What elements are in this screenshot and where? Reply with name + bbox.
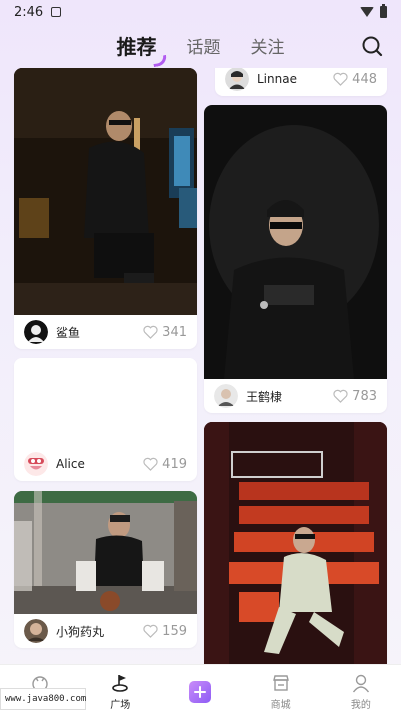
card-meta: Alice 419 [14, 447, 197, 481]
author-name[interactable]: 王鹤棣 [246, 388, 333, 405]
avatar[interactable] [214, 384, 238, 408]
nav-shop[interactable]: 商城 [251, 673, 311, 711]
like-count: 419 [162, 456, 187, 472]
author-name[interactable]: Alice [56, 457, 143, 471]
tab-recommend[interactable]: 推荐 [116, 31, 168, 67]
nav-label: 商城 [270, 700, 291, 711]
author-name[interactable]: 鲨鱼 [56, 324, 143, 341]
tab-label: 关注 [250, 37, 285, 58]
card-meta: 王鹤棣 783 [204, 379, 387, 413]
like-button[interactable]: 159 [143, 624, 187, 639]
search-icon [362, 36, 383, 57]
heart-icon [333, 389, 348, 403]
like-count: 783 [352, 388, 377, 404]
nav-label: 广场 [110, 700, 131, 711]
card-meta: 鲨鱼 341 [14, 315, 197, 349]
nav-label: 我的 [350, 700, 371, 711]
feed-card[interactable]: 鲨鱼 341 [14, 68, 197, 349]
card-meta: Linnae 448 [215, 68, 387, 96]
heart-icon [143, 457, 158, 471]
like-count: 448 [352, 71, 377, 87]
wifi-icon [360, 7, 374, 17]
feed-card[interactable]: 王鹤棣 783 [204, 105, 387, 413]
like-count: 159 [162, 623, 187, 639]
heart-icon [333, 72, 348, 86]
feed-card[interactable]: 小狗药丸 159 [14, 491, 197, 648]
square-icon [112, 675, 129, 692]
theater-photo [204, 422, 387, 664]
tab-topics[interactable]: 话题 [187, 33, 221, 58]
top-tabs: 推荐 话题 关注 [0, 28, 401, 67]
tab-following[interactable]: 关注 [251, 33, 285, 58]
author-name[interactable]: Linnae [257, 72, 333, 86]
profile-icon [352, 674, 369, 693]
add-icon [194, 686, 207, 698]
feed-card[interactable]: Alice 419 [14, 358, 197, 481]
card-meta: 小狗药丸 159 [14, 614, 197, 648]
nav-square[interactable]: 广场 [90, 673, 150, 711]
status-bar: 2:46 [0, 0, 401, 24]
sim-icon [51, 7, 62, 17]
author-name[interactable]: 小狗药丸 [56, 623, 143, 640]
avatar[interactable] [225, 68, 249, 91]
tab-label: 推荐 [116, 34, 157, 59]
nav-add[interactable] [170, 673, 230, 703]
portrait-photo [204, 105, 387, 379]
like-button[interactable]: 419 [143, 457, 187, 472]
dark-room-photo [14, 68, 197, 315]
battery-icon [380, 4, 387, 18]
status-time: 2:46 [14, 4, 44, 20]
feed-card[interactable] [204, 422, 387, 664]
watermark: www.java800.com [0, 688, 86, 710]
tab-label: 话题 [186, 37, 221, 58]
feed[interactable]: 鲨鱼 341 Alice 419 小狗药丸 159 Linnae 448 王鹤棣… [0, 68, 401, 664]
like-count: 341 [162, 324, 187, 340]
avatar[interactable] [24, 452, 48, 476]
search-button[interactable] [361, 35, 383, 57]
tab-active-indicator [151, 54, 168, 67]
heart-icon [143, 325, 158, 339]
feed-card[interactable]: Linnae 448 [215, 68, 387, 96]
heart-icon [143, 624, 158, 638]
nav-profile[interactable]: 我的 [331, 673, 391, 711]
avatar[interactable] [24, 619, 48, 643]
gym-photo [14, 491, 197, 614]
like-button[interactable]: 448 [333, 72, 377, 87]
blank-photo [14, 358, 197, 447]
avatar[interactable] [24, 320, 48, 344]
like-button[interactable]: 341 [143, 325, 187, 340]
like-button[interactable]: 783 [333, 389, 377, 404]
add-button[interactable] [189, 681, 212, 703]
shop-icon [272, 675, 289, 691]
